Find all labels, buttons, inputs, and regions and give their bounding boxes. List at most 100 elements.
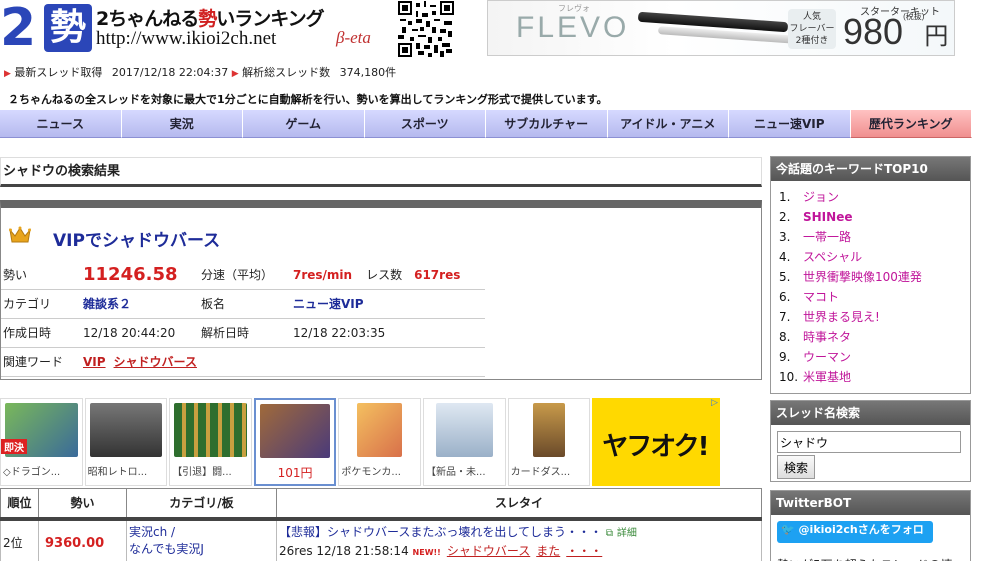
- twitter-follow-button[interactable]: 🐦 @ikioi2chさんをフォロー: [777, 521, 933, 552]
- ad-price-unit: 円: [924, 23, 949, 50]
- external-link-icon: ⧉: [605, 527, 614, 539]
- vertical-scrollbar[interactable]: [972, 0, 984, 561]
- category-cell: 実況ch / なんでも実況J: [126, 518, 277, 561]
- yafuoku-logo[interactable]: ヤフオク! ▷: [592, 398, 720, 486]
- logo-number: 2: [0, 0, 36, 58]
- row-tag-link[interactable]: ・・・: [566, 544, 602, 558]
- keyword-link[interactable]: ウーマン: [803, 350, 851, 364]
- keyword-link[interactable]: マコト: [803, 290, 839, 304]
- ad-tile-selected[interactable]: 101円: [253, 398, 337, 486]
- related-word-link[interactable]: VIP: [83, 355, 106, 369]
- nav-idol-anime[interactable]: アイドル・アニメ: [607, 110, 729, 138]
- keyword-list: 1. ジョン 2. SHINee 3. 一帯一路 4. スペシャル 5. 世界衝撃映像100連発 6…: [771, 181, 970, 387]
- flevo-ad-banner[interactable]: フレヴォ FLEVO 人気 フレーバー 2種付き スターターキット 980(税抜…: [487, 0, 955, 56]
- ad-choices-icon[interactable]: ▷: [711, 398, 718, 408]
- keyword-link[interactable]: 世界衝撃映像100連発: [803, 270, 922, 284]
- row-ikioi: 9360.00: [45, 535, 105, 551]
- title-cell: 【悲報】シャドウバースまたぶっ壊れを出してしまう・・・ ⧉ 詳細 26res 1…: [276, 518, 762, 561]
- keyword-item: 8. 時事ネタ: [779, 327, 970, 347]
- keyword-link[interactable]: 米軍基地: [803, 370, 851, 384]
- keyword-item: 1. ジョン: [779, 187, 970, 207]
- board-label: 板名: [199, 289, 291, 319]
- keyword-item: 7. 世界まる見え!: [779, 307, 970, 327]
- nav-vip[interactable]: ニュー速VIP: [729, 110, 851, 138]
- auction-ad-strip: 即決 ◇ドラゴン... 昭和レトロ... 【引退】闘... 101円 ポケモンカ.…: [0, 398, 720, 488]
- thread-stats-table: 勢い 11246.58 分速（平均） 7res/min レス数 617res カテゴ…: [1, 260, 485, 377]
- board-value[interactable]: ニュー速VIP: [293, 297, 364, 311]
- ad-tile[interactable]: ポケモンカ...: [338, 398, 421, 486]
- ad-price-value: 980: [843, 11, 904, 52]
- thread-search-input[interactable]: [777, 431, 961, 453]
- triangle-icon: ▶: [231, 69, 239, 79]
- search-button[interactable]: 検索: [777, 455, 816, 479]
- nav-subculture[interactable]: サブカルチャー: [486, 110, 608, 138]
- logo-title-pre: 2ちゃんねる: [96, 8, 199, 30]
- ad-tile[interactable]: カードダス...: [507, 398, 591, 486]
- keyword-link[interactable]: 世界まる見え!: [803, 310, 880, 324]
- keyword-item: 5. 世界衝撃映像100連発: [779, 267, 970, 287]
- ad-tile[interactable]: 【新品・未...: [423, 398, 506, 486]
- latest-value: 2017/12/18 22:04:37: [111, 66, 229, 79]
- category-value[interactable]: 雑談系２: [83, 297, 131, 311]
- ikioi-cell: 9360.00: [38, 518, 127, 561]
- keywords-box: 今話題のキーワードTOP10 1. ジョン 2. SHINee 3. 一帯一路 4. スペシャ…: [770, 156, 971, 394]
- related-words: VIP シャドウバース: [81, 347, 485, 377]
- col-rank: 順位: [0, 488, 39, 521]
- category-value-cell: 雑談系２: [81, 289, 199, 319]
- logo-title[interactable]: 2ちゃんねる勢いランキング: [96, 4, 325, 31]
- nav-sports[interactable]: スポーツ: [364, 110, 486, 138]
- total-label: 解析総スレッド数: [242, 66, 331, 79]
- logo-title-post: いランキング: [216, 8, 324, 30]
- keyword-link[interactable]: ジョン: [803, 190, 839, 204]
- nav-news[interactable]: ニュース: [0, 110, 122, 138]
- keyword-link[interactable]: スペシャル: [803, 250, 862, 264]
- ad-thumb-image: [174, 403, 247, 457]
- ad-caption: 【新品・未...: [426, 467, 486, 478]
- ad-thumb-image: [436, 403, 493, 457]
- keyword-item: 10. 米軍基地: [779, 367, 970, 387]
- col-category: カテゴリ/板: [126, 488, 277, 521]
- table-row: 2位 9360.00 実況ch / なんでも実況J 【悲報】シャドウバースまたぶっ…: [0, 518, 762, 561]
- new-badge: NEW!!: [412, 547, 441, 557]
- row-thread-title-link[interactable]: 【悲報】シャドウバースまたぶっ壊れを出してしまう・・・: [279, 525, 602, 539]
- ad-caption: 昭和レトロ...: [87, 467, 148, 478]
- keyword-link[interactable]: 時事ネタ: [803, 330, 851, 344]
- keyword-link[interactable]: SHINee: [803, 210, 852, 224]
- keyword-link[interactable]: 一帯一路: [803, 230, 851, 244]
- rank-cell: 2位: [0, 518, 39, 561]
- row-tag-link[interactable]: シャドウバース: [447, 544, 530, 558]
- row-tag-link[interactable]: また: [536, 544, 560, 558]
- analyzed-value: 12/18 22:03:35: [291, 318, 485, 348]
- row-time: 12/18 21:58:14: [316, 543, 409, 558]
- keyword-item: 4. スペシャル: [779, 247, 970, 267]
- row-category-link[interactable]: 実況ch /: [129, 523, 274, 540]
- keyword-rank: 9.: [779, 350, 791, 364]
- category-nav: ニュース 実況 ゲーム スポーツ サブカルチャー アイドル・アニメ ニュー速VI…: [0, 110, 972, 138]
- ad-tile[interactable]: 【引退】闘...: [169, 398, 252, 486]
- twitter-title: TwitterBOT: [771, 491, 970, 515]
- ad-tile[interactable]: 即決 ◇ドラゴン...: [0, 398, 83, 486]
- site-description: ２ちゃんねるの全スレッドを対象に最大で1分ごとに自動解析を行い、勢いを算出してラ…: [8, 93, 608, 106]
- keyword-rank: 7.: [779, 310, 791, 324]
- speed-value: 7res/min: [293, 267, 353, 282]
- ad-caption: ◇ドラゴン...: [3, 467, 61, 478]
- thread-title-link[interactable]: VIPでシャドウバース: [53, 226, 220, 251]
- triangle-icon: ▶: [4, 69, 11, 79]
- nav-history-ranking[interactable]: 歴代ランキング: [850, 110, 972, 138]
- res-label: レス数: [366, 267, 403, 282]
- site-logo[interactable]: 2 勢: [0, 0, 94, 58]
- row-board-link[interactable]: なんでも実況J: [129, 540, 274, 557]
- ad-thumb-image: [357, 403, 402, 457]
- board-value-cell: ニュー速VIP: [291, 289, 485, 319]
- created-label: 作成日時: [1, 318, 81, 348]
- keyword-rank: 4.: [779, 250, 791, 264]
- nav-jikkyo[interactable]: 実況: [121, 110, 243, 138]
- nav-game[interactable]: ゲーム: [243, 110, 365, 138]
- related-word-link[interactable]: シャドウバース: [114, 355, 197, 369]
- keyword-rank: 1.: [779, 190, 791, 204]
- detail-link[interactable]: 詳細: [617, 528, 637, 539]
- ranking-table: 順位 勢い カテゴリ/板 スレタイ 2位 9360.00 実況ch / なんでも実…: [0, 488, 762, 561]
- ikioi-number: 11246.58: [83, 263, 178, 285]
- qr-code-icon: [398, 1, 454, 57]
- ad-tile[interactable]: 昭和レトロ...: [84, 398, 168, 486]
